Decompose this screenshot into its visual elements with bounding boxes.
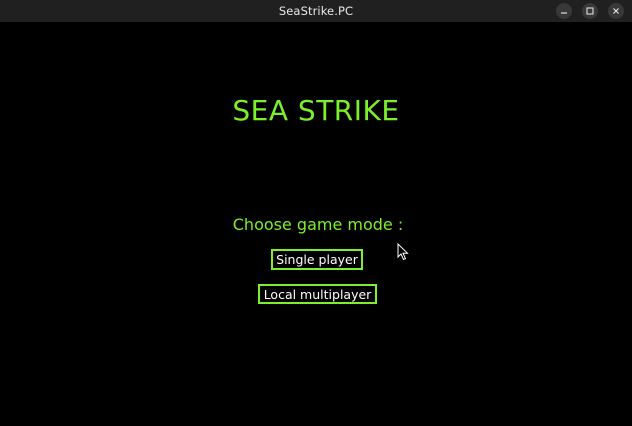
minimize-icon [561, 12, 567, 14]
game-mode-prompt: Choose game mode : [232, 215, 404, 234]
window-title: SeaStrike.PC [278, 4, 354, 18]
local-multiplayer-button[interactable]: Local multiplayer [258, 284, 377, 304]
minimize-button[interactable] [556, 3, 572, 19]
mouse-pointer-icon [397, 243, 409, 261]
single-player-button[interactable]: Single player [271, 249, 363, 270]
app-window: SeaStrike.PC SEA STRIKE Choose game mode… [0, 0, 632, 426]
game-canvas: SEA STRIKE Choose game mode : Single pla… [0, 22, 632, 426]
close-button[interactable] [608, 3, 624, 19]
window-titlebar[interactable]: SeaStrike.PC [0, 0, 632, 22]
game-title: SEA STRIKE [232, 94, 400, 127]
maximize-icon [586, 7, 594, 15]
close-icon [613, 8, 619, 14]
maximize-button[interactable] [582, 3, 598, 19]
window-controls [556, 3, 624, 19]
